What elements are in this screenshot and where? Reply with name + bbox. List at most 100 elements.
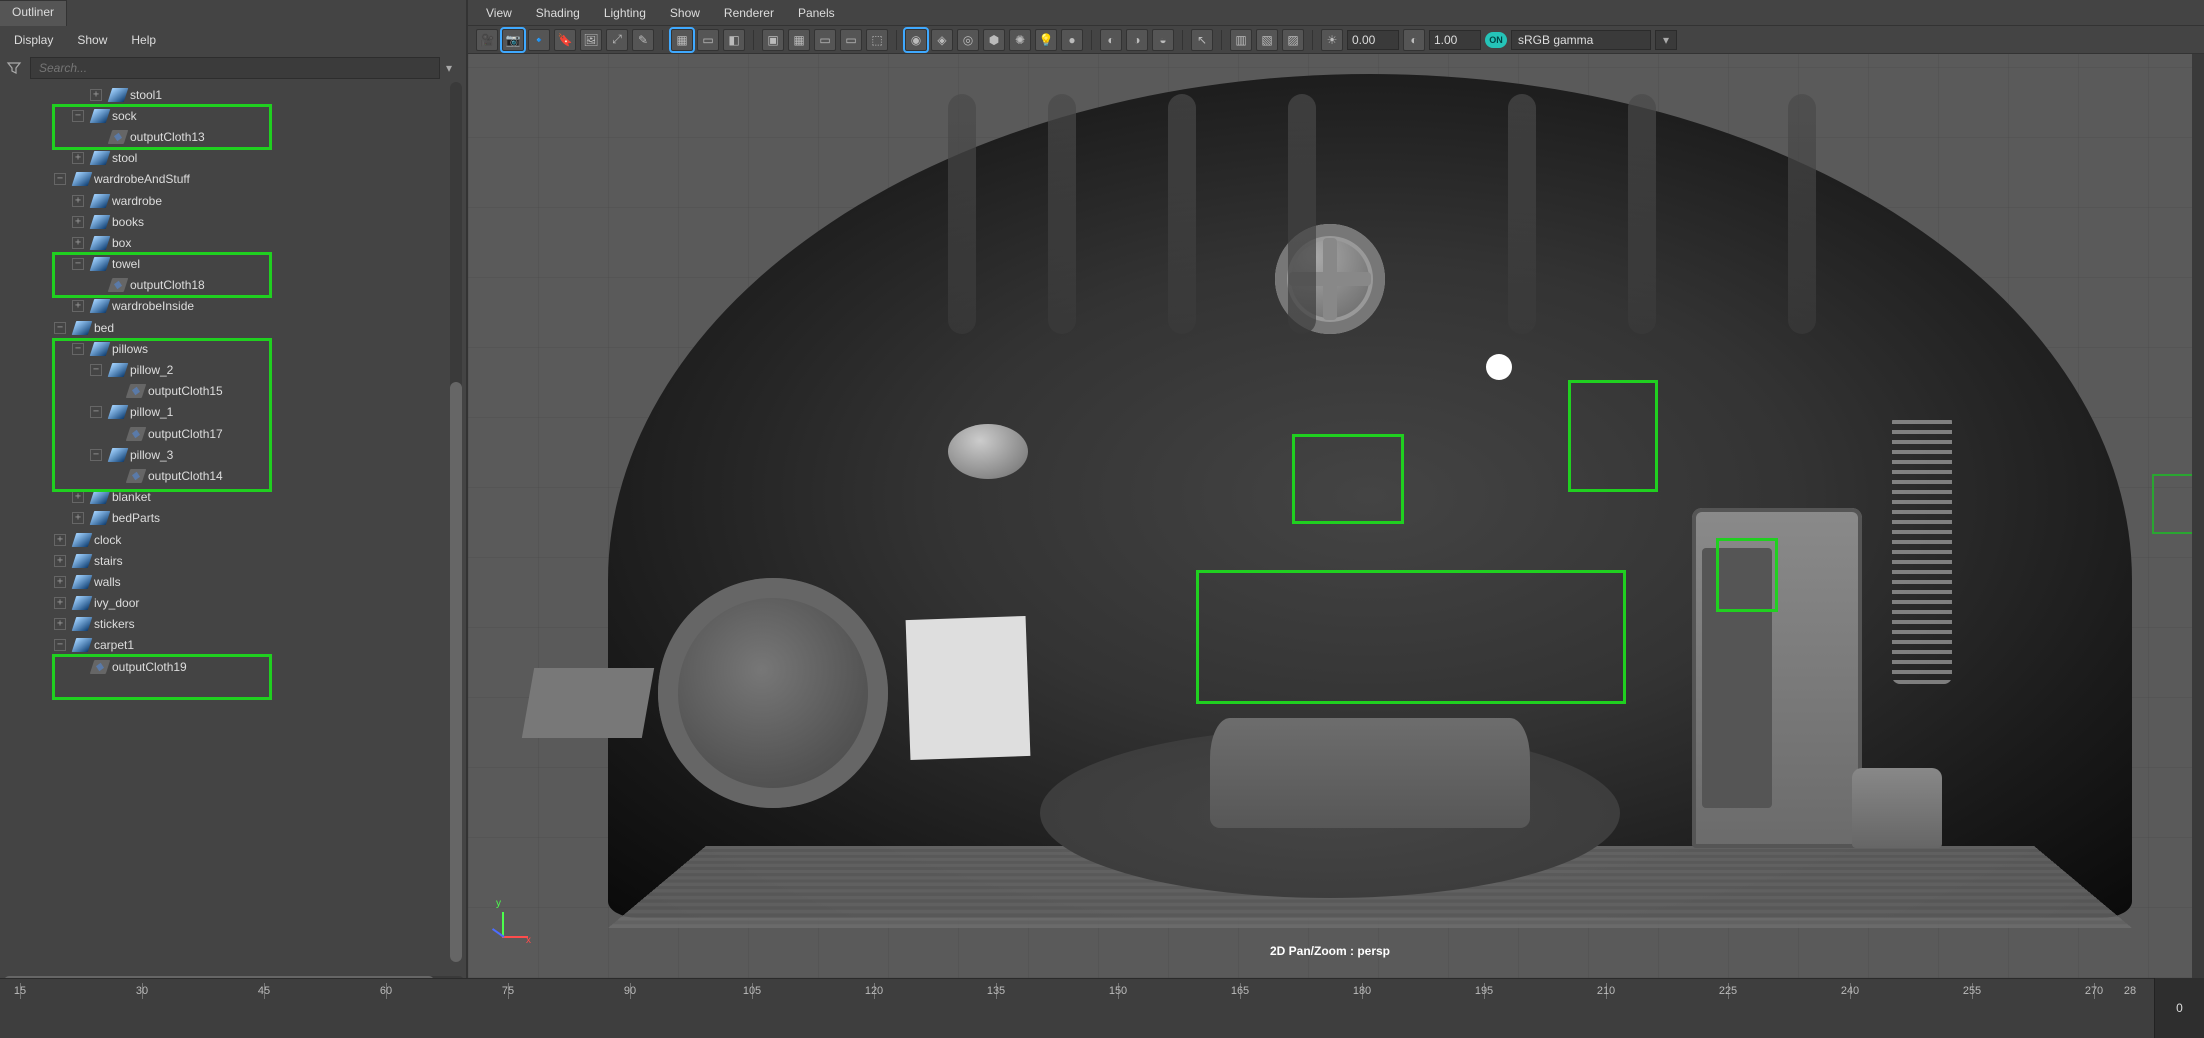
panzoom-icon[interactable]: ⤢ bbox=[606, 29, 628, 51]
viewport-3d[interactable]: y x 2D Pan/Zoom : persp bbox=[468, 54, 2192, 978]
tree-row-bedParts[interactable]: +bedParts bbox=[0, 508, 466, 529]
tree-row-wardrobeAndStuff[interactable]: −wardrobeAndStuff bbox=[0, 169, 466, 190]
smooth-shade-icon[interactable]: ◉ bbox=[905, 29, 927, 51]
tree-row-pillows[interactable]: −pillows bbox=[0, 338, 466, 359]
expand-icon[interactable]: + bbox=[54, 597, 66, 609]
expand-icon[interactable]: + bbox=[72, 300, 84, 312]
tree-row-bed[interactable]: −bed bbox=[0, 317, 466, 338]
tree-row-stool1[interactable]: +stool1 bbox=[0, 84, 466, 105]
collapse-icon[interactable]: − bbox=[54, 322, 66, 334]
xray-joints-icon[interactable]: ▧ bbox=[1256, 29, 1278, 51]
search-input[interactable] bbox=[30, 57, 440, 79]
tree-row-stickers[interactable]: +stickers bbox=[0, 614, 466, 635]
shadows-icon[interactable]: 💡 bbox=[1035, 29, 1057, 51]
bookmark-icon[interactable]: 🔖 bbox=[554, 29, 576, 51]
expand-icon[interactable]: + bbox=[72, 491, 84, 503]
collapse-icon[interactable]: − bbox=[72, 110, 84, 122]
tree-row-stairs[interactable]: +stairs bbox=[0, 550, 466, 571]
outliner-tree[interactable]: +stool1−sockoutputCloth13+stool−wardrobe… bbox=[0, 82, 466, 962]
tree-row-pillow_3[interactable]: −pillow_3 bbox=[0, 444, 466, 465]
gamma-field[interactable] bbox=[1429, 30, 1481, 50]
vp-menu-panels[interactable]: Panels bbox=[798, 6, 835, 20]
gate-mask-icon[interactable]: ▣ bbox=[762, 29, 784, 51]
menu-help[interactable]: Help bbox=[131, 33, 156, 47]
tree-row-clock[interactable]: +clock bbox=[0, 529, 466, 550]
expand-icon[interactable]: + bbox=[90, 89, 102, 101]
field-chart-icon[interactable]: ▦ bbox=[788, 29, 810, 51]
tree-row-sock[interactable]: −sock bbox=[0, 105, 466, 126]
color-profile-select[interactable]: sRGB gamma bbox=[1511, 30, 1651, 50]
expand-icon[interactable]: + bbox=[72, 512, 84, 524]
chevron-down-icon[interactable]: ▾ bbox=[1655, 30, 1677, 50]
tree-row-walls[interactable]: +walls bbox=[0, 571, 466, 592]
tree-row-ivy_door[interactable]: +ivy_door bbox=[0, 593, 466, 614]
anti-alias-icon[interactable]: ◑ bbox=[1126, 29, 1148, 51]
collapse-icon[interactable]: − bbox=[54, 639, 66, 651]
tree-row-towel[interactable]: −towel bbox=[0, 254, 466, 275]
camera-lock-icon[interactable]: 📷 bbox=[502, 29, 524, 51]
tree-row-carpet1[interactable]: −carpet1 bbox=[0, 635, 466, 656]
expand-icon[interactable]: + bbox=[72, 216, 84, 228]
xray-components-icon[interactable]: ▨ bbox=[1282, 29, 1304, 51]
tree-row-wardrobeInside[interactable]: +wardrobeInside bbox=[0, 296, 466, 317]
resolution-gate-icon[interactable]: ◧ bbox=[723, 29, 745, 51]
expand-icon[interactable]: + bbox=[54, 555, 66, 567]
outliner-tab[interactable]: Outliner bbox=[0, 0, 67, 26]
viewport-scrollbar[interactable] bbox=[2192, 54, 2204, 978]
vp-menu-show[interactable]: Show bbox=[670, 6, 700, 20]
safe-title-icon[interactable]: ▭ bbox=[840, 29, 862, 51]
expand-icon[interactable]: + bbox=[54, 534, 66, 546]
scrollbar-vertical[interactable] bbox=[450, 82, 462, 962]
textured-icon[interactable]: ⬢ bbox=[983, 29, 1005, 51]
tree-row-pillow_1[interactable]: −pillow_1 bbox=[0, 402, 466, 423]
menu-show[interactable]: Show bbox=[77, 33, 107, 47]
tree-row-outputCloth15[interactable]: outputCloth15 bbox=[0, 381, 466, 402]
expand-icon[interactable]: + bbox=[72, 237, 84, 249]
expand-icon[interactable]: + bbox=[54, 618, 66, 630]
xray-icon[interactable]: ▥ bbox=[1230, 29, 1252, 51]
tree-row-blanket[interactable]: +blanket bbox=[0, 487, 466, 508]
expand-icon[interactable]: + bbox=[54, 576, 66, 588]
grid-icon[interactable]: ▦ bbox=[671, 29, 693, 51]
tree-row-outputCloth19[interactable]: outputCloth19 bbox=[0, 656, 466, 677]
tree-row-box[interactable]: +box bbox=[0, 232, 466, 253]
grease-pencil-icon[interactable]: ✎ bbox=[632, 29, 654, 51]
wire-on-shade-icon[interactable]: ◎ bbox=[957, 29, 979, 51]
menu-display[interactable]: Display bbox=[14, 33, 53, 47]
gamma-icon[interactable]: ◐ bbox=[1403, 29, 1425, 51]
current-frame-field[interactable]: 0 bbox=[2154, 978, 2204, 1038]
vp-menu-view[interactable]: View bbox=[486, 6, 512, 20]
tree-row-outputCloth18[interactable]: outputCloth18 bbox=[0, 275, 466, 296]
use-all-lights-icon[interactable]: ✺ bbox=[1009, 29, 1031, 51]
motion-blur-icon[interactable]: ◐ bbox=[1100, 29, 1122, 51]
tree-row-pillow_2[interactable]: −pillow_2 bbox=[0, 359, 466, 380]
tree-row-books[interactable]: +books bbox=[0, 211, 466, 232]
collapse-icon[interactable]: − bbox=[72, 258, 84, 270]
depth-of-field-icon[interactable]: ◒ bbox=[1152, 29, 1174, 51]
camera-select-icon[interactable]: 🎥 bbox=[476, 29, 498, 51]
collapse-icon[interactable]: − bbox=[90, 449, 102, 461]
color-management-toggle[interactable]: ON bbox=[1485, 32, 1507, 48]
collapse-icon[interactable]: − bbox=[90, 364, 102, 376]
vp-menu-shading[interactable]: Shading bbox=[536, 6, 580, 20]
image-plane-icon[interactable]: 🖼 bbox=[580, 29, 602, 51]
expand-icon[interactable]: + bbox=[72, 152, 84, 164]
isolate-select-icon[interactable]: ↖ bbox=[1191, 29, 1213, 51]
vp-menu-lighting[interactable]: Lighting bbox=[604, 6, 646, 20]
collapse-icon[interactable]: − bbox=[72, 343, 84, 355]
collapse-icon[interactable]: − bbox=[90, 406, 102, 418]
bookmark-camera-icon[interactable]: 🔹 bbox=[528, 29, 550, 51]
exposure-field[interactable] bbox=[1347, 30, 1399, 50]
vp-menu-renderer[interactable]: Renderer bbox=[724, 6, 774, 20]
exposure-icon[interactable]: ☀ bbox=[1321, 29, 1343, 51]
wireframe-icon[interactable]: ⬚ bbox=[866, 29, 888, 51]
film-gate-icon[interactable]: ▭ bbox=[697, 29, 719, 51]
tree-row-stool[interactable]: +stool bbox=[0, 148, 466, 169]
ambient-occ-icon[interactable]: ● bbox=[1061, 29, 1083, 51]
timeline[interactable]: 1530456075901051201351501651801952102252… bbox=[0, 978, 2154, 1038]
tree-row-outputCloth14[interactable]: outputCloth14 bbox=[0, 465, 466, 486]
hardware-texture-icon[interactable]: ◈ bbox=[931, 29, 953, 51]
tree-row-wardrobe[interactable]: +wardrobe bbox=[0, 190, 466, 211]
expand-icon[interactable]: + bbox=[72, 195, 84, 207]
safe-action-icon[interactable]: ▭ bbox=[814, 29, 836, 51]
